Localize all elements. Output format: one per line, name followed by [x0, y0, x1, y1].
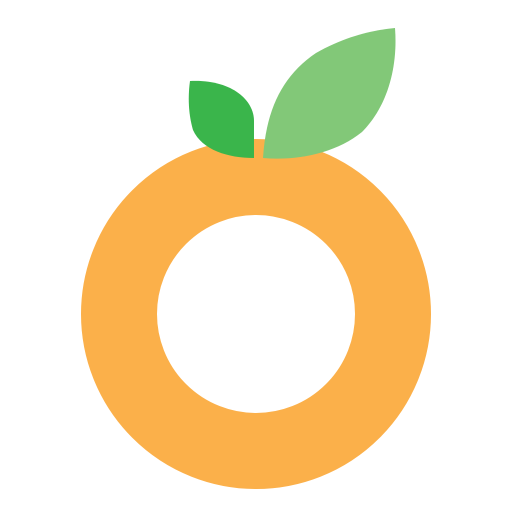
logo-canvas [0, 0, 512, 512]
orange-fruit-logo-icon [81, 28, 431, 489]
orange-ring-icon [81, 139, 431, 489]
small-leaf-icon [188, 80, 254, 158]
large-leaf-icon [263, 28, 396, 159]
